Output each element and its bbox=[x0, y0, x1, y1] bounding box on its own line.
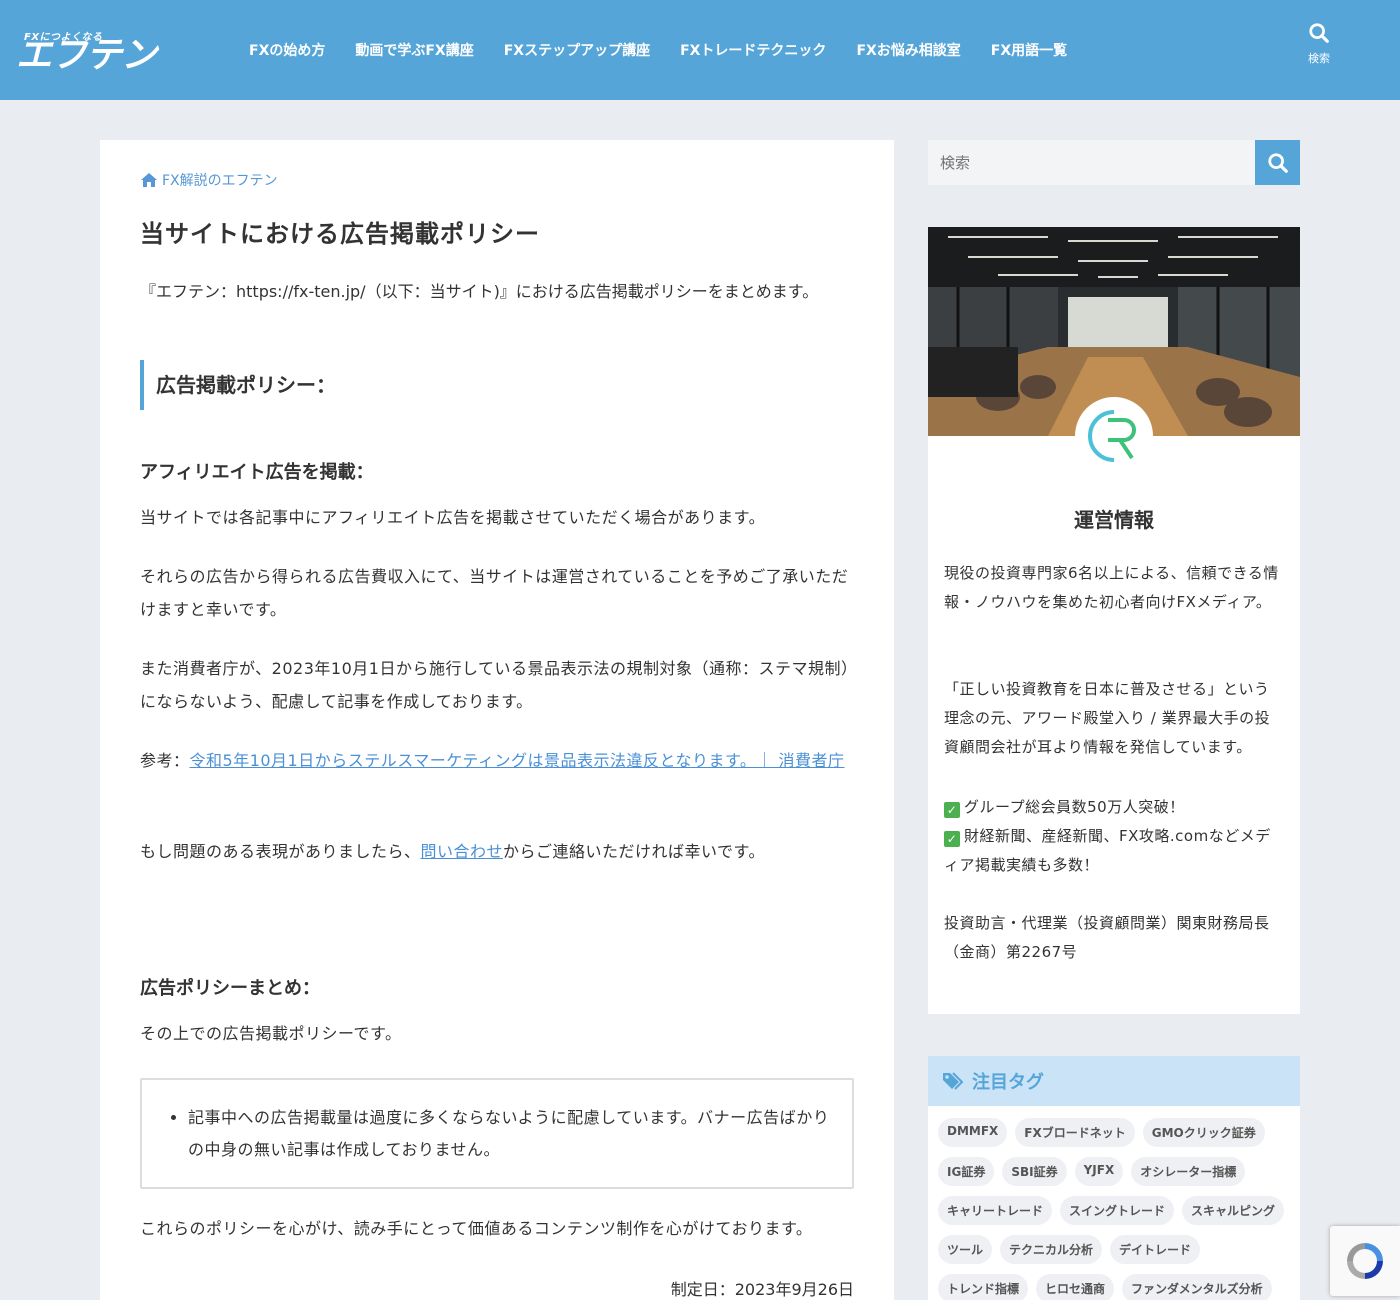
subheading-affiliate: アフィリエイト広告を掲載： bbox=[140, 462, 374, 483]
policy-box: 記事中への広告掲載量は過度に多くならないように配慮しています。バナー広告ばかりの… bbox=[140, 1078, 854, 1189]
tag-item[interactable]: オシレーター指標 bbox=[1131, 1157, 1246, 1186]
tag-item[interactable]: トレンド指標 bbox=[938, 1274, 1029, 1300]
search-icon bbox=[1309, 23, 1329, 43]
paragraph-1: 当サイトでは各記事中にアフィリエイト広告を掲載させていただく場合があります。 bbox=[140, 508, 766, 527]
page-title: 当サイトにおける広告掲載ポリシー bbox=[140, 220, 540, 248]
recaptcha-icon bbox=[1347, 1243, 1383, 1279]
profile-name: 運営情報 bbox=[1074, 508, 1154, 532]
nav-item-stepup[interactable]: FXステップアップ講座 bbox=[489, 40, 665, 60]
tag-item[interactable]: DMMFX bbox=[938, 1118, 1008, 1147]
tag-item[interactable]: SBI証券 bbox=[1002, 1157, 1067, 1186]
subheading-summary: 広告ポリシーまとめ： bbox=[140, 978, 320, 999]
search-button[interactable] bbox=[1255, 140, 1300, 185]
tag-item[interactable]: YJFX bbox=[1074, 1157, 1124, 1186]
p4-after: からご連絡いただければ幸いです。 bbox=[503, 842, 765, 861]
tag-cloud: DMMFX FXブロードネット GMOクリック証券 IG証券 SBI証券 YJF… bbox=[938, 1118, 1294, 1300]
section-heading-policy: 広告掲載ポリシー： bbox=[140, 360, 854, 410]
profile-description-1: 現役の投資専門家6名以上による、信頼できる情報・ノウハウを集めた初心者向けFXメ… bbox=[944, 564, 1279, 611]
contact-link[interactable]: 問い合わせ bbox=[421, 842, 504, 861]
tag-item[interactable]: スイングトレード bbox=[1060, 1196, 1175, 1225]
article-container: FX解説のエフテン 当サイトにおける広告掲載ポリシー 『エフテン：https:/… bbox=[100, 140, 894, 1300]
established-date: 制定日：2023年9月26日 bbox=[670, 1280, 854, 1299]
tag-item[interactable]: FXブロードネット bbox=[1015, 1118, 1135, 1147]
checkmark-icon: ✓ bbox=[944, 831, 960, 847]
profile-license: 投資助言・代理業（投資顧問業）関東財務局長（金商）第2267号 bbox=[944, 914, 1270, 961]
header-search-label: 検索 bbox=[1308, 52, 1330, 65]
profile-description-2: 「正しい投資教育を日本に普及させる」という理念の元、アワード殿堂入り / 業界最… bbox=[944, 680, 1271, 756]
reference-paragraph: 参考：令和5年10月1日からステルスマーケティングは景品表示法違反となります。｜… bbox=[140, 744, 854, 777]
recaptcha-badge[interactable] bbox=[1330, 1226, 1400, 1296]
reference-link[interactable]: 令和5年10月1日からステルスマーケティングは景品表示法違反となります。｜ 消費… bbox=[190, 751, 845, 770]
sidebar-search bbox=[928, 140, 1300, 185]
paragraph-5: その上での広告掲載ポリシーです。 bbox=[140, 1024, 402, 1043]
tags-title-label: 注目タグ bbox=[972, 1072, 1044, 1093]
logo-text: エフテン bbox=[16, 35, 157, 76]
profile-check-2-text: 財経新聞、産経新聞、FX攻略.comなどメディア掲載実績も多数！ bbox=[944, 827, 1271, 874]
nav-item-consult[interactable]: FXお悩み相談室 bbox=[841, 40, 975, 60]
nav-item-glossary[interactable]: FX用語一覧 bbox=[976, 40, 1082, 60]
paragraph-4: もし問題のある表現がありましたら、問い合わせからご連絡いただければ幸いです。 bbox=[140, 835, 854, 868]
profile-widget: 運営情報 現役の投資専門家6名以上による、信頼できる情報・ノウハウを集めた初心者… bbox=[928, 227, 1300, 1014]
tag-item[interactable]: デイトレード bbox=[1110, 1235, 1201, 1264]
main-nav: FXの始め方 動画で学ぶFX講座 FXステップアップ講座 FXトレードテクニック… bbox=[234, 0, 1082, 100]
tag-item[interactable]: テクニカル分析 bbox=[1000, 1235, 1103, 1264]
profile-check-2: ✓ 財経新聞、産経新聞、FX攻略.comなどメディア掲載実績も多数！ bbox=[944, 822, 1284, 880]
site-header: FXにつよくなる エフテン FXの始め方 動画で学ぶFX講座 FXステップアップ… bbox=[0, 0, 1400, 100]
site-logo[interactable]: FXにつよくなる エフテン bbox=[16, 20, 216, 80]
tag-item[interactable]: キャリートレード bbox=[938, 1196, 1053, 1225]
paragraph-2: それらの広告から得られる広告費収入にて、当サイトは運営されていることを予めご了承… bbox=[140, 567, 849, 619]
checkmark-icon: ✓ bbox=[944, 802, 960, 818]
p4-before: もし問題のある表現がありましたら、 bbox=[140, 842, 421, 861]
home-icon bbox=[141, 173, 157, 187]
nav-item-start[interactable]: FXの始め方 bbox=[234, 40, 340, 60]
tag-item[interactable]: ツール bbox=[938, 1235, 993, 1264]
tags-widget: 注目タグ DMMFX FXブロードネット GMOクリック証券 IG証券 SBI証… bbox=[928, 1056, 1300, 1300]
nav-item-video[interactable]: 動画で学ぶFX講座 bbox=[340, 40, 488, 60]
profile-check-1-text: グループ総会員数50万人突破！ bbox=[964, 798, 1185, 816]
header-search-button[interactable]: 検索 bbox=[1298, 22, 1340, 66]
profile-check-1: ✓ グループ総会員数50万人突破！ bbox=[944, 793, 1284, 822]
list-item: 記事中への広告掲載量は過度に多くならないように配慮しています。バナー広告ばかりの… bbox=[188, 1102, 838, 1166]
intro-text: 『エフテン：https://fx-ten.jp/（以下：当サイト)』における広告… bbox=[140, 282, 819, 301]
policy-list: 記事中への広告掲載量は過度に多くならないように配慮しています。バナー広告ばかりの… bbox=[188, 1102, 838, 1166]
reference-prefix: 参考： bbox=[140, 751, 190, 770]
breadcrumb[interactable]: FX解説のエフテン bbox=[140, 170, 278, 190]
avatar bbox=[1075, 397, 1153, 475]
tag-item[interactable]: GMOクリック証券 bbox=[1142, 1118, 1265, 1147]
tag-item[interactable]: スキャルピング bbox=[1182, 1196, 1285, 1225]
paragraph-3: また消費者庁が、2023年10月1日から施行している景品表示法の規制対象（通称：… bbox=[140, 659, 850, 711]
tag-item[interactable]: ヒロセ通商 bbox=[1036, 1274, 1115, 1300]
breadcrumb-home-label: FX解説のエフテン bbox=[162, 173, 278, 189]
nav-item-technique[interactable]: FXトレードテクニック bbox=[665, 40, 841, 60]
tag-item[interactable]: ファンダメンタルズ分析 bbox=[1122, 1274, 1272, 1300]
search-icon bbox=[1267, 152, 1288, 173]
tags-title: 注目タグ bbox=[928, 1056, 1300, 1106]
paragraph-6: これらのポリシーを心がけ、読み手にとって価値あるコンテンツ制作を心がけております… bbox=[140, 1219, 813, 1238]
search-input[interactable] bbox=[928, 140, 1255, 185]
tag-item[interactable]: IG証券 bbox=[938, 1157, 995, 1186]
tags-icon bbox=[943, 1072, 964, 1090]
